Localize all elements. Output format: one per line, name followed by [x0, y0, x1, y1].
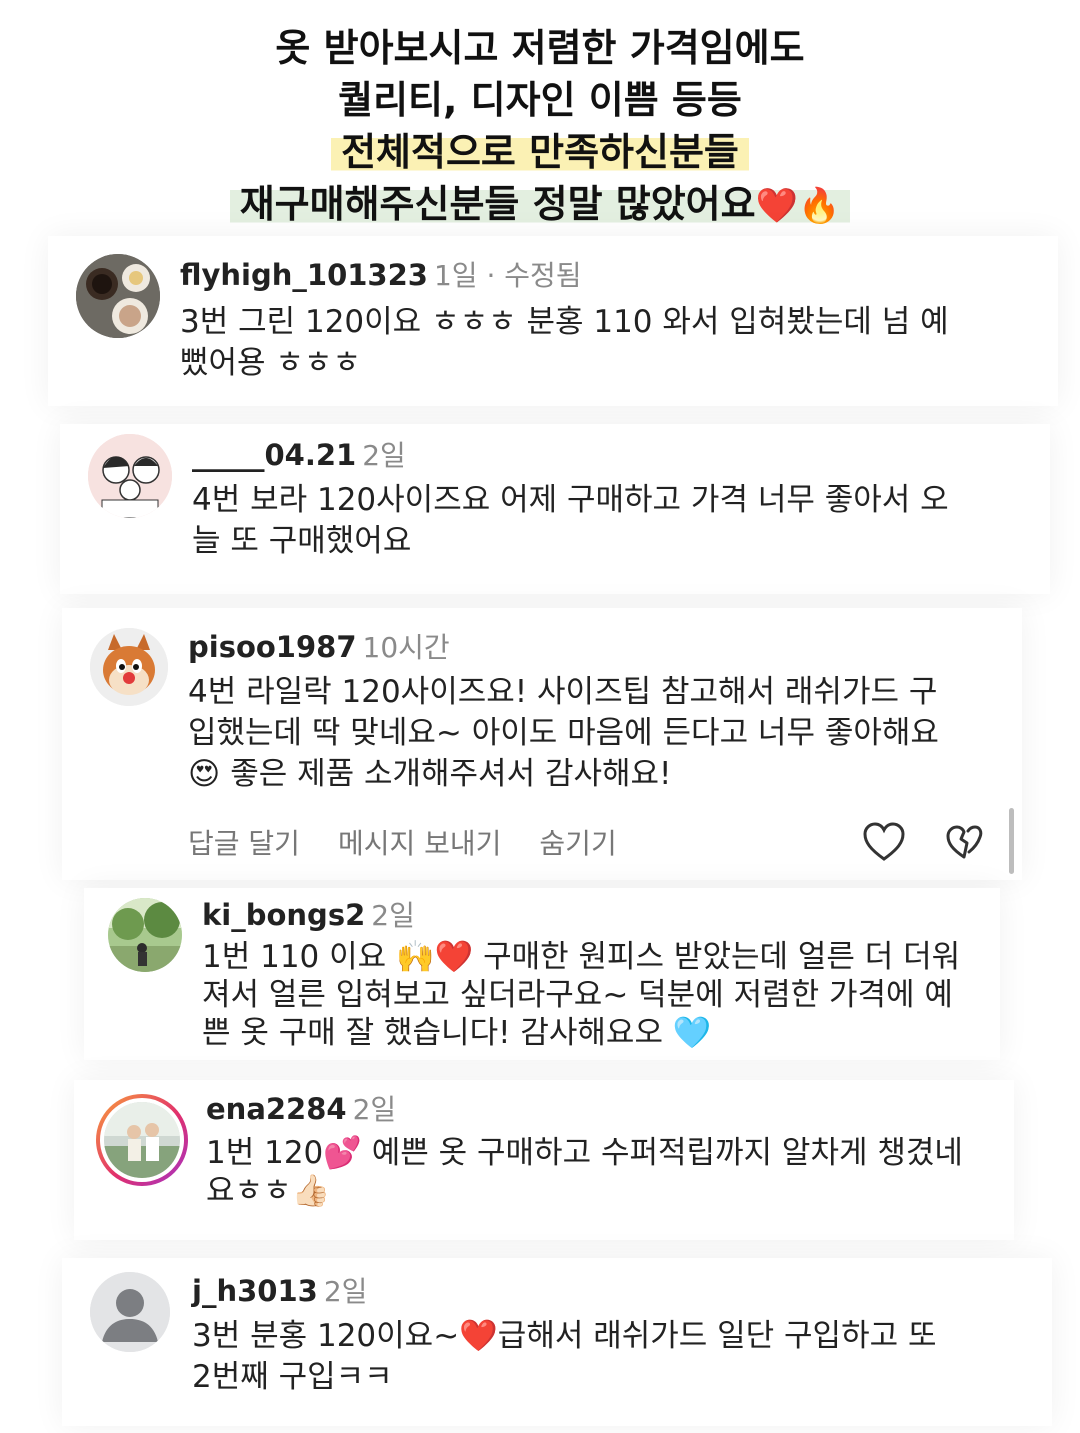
comment-text: 1번 120💕 예쁜 옷 구매하고 수퍼적립까지 알차게 챙겼네 요ㅎㅎ👍🏻	[206, 1135, 963, 1209]
comment-meta: 2일	[362, 439, 406, 472]
comment-meta: 2일	[371, 899, 415, 932]
raised-hands-heart-emoji: 🙌❤️	[396, 939, 474, 975]
avatar-coffee-image	[76, 254, 160, 338]
avatar[interactable]	[108, 898, 182, 972]
reply-button[interactable]: 답글 달기	[188, 827, 300, 860]
heart-icon[interactable]	[862, 822, 906, 866]
comment-meta: 1일 · 수정됨	[433, 259, 582, 292]
comment-username[interactable]: j_h3013 2일	[192, 1270, 367, 1310]
heart-fire-emoji: ❤️🔥	[755, 186, 841, 226]
hide-button[interactable]: 숨기기	[539, 827, 616, 860]
comment-text: 1번 110 이요 🙌❤️ 구매한 원피스 받았는데 얼른 더 더워 져서 얼른…	[202, 939, 961, 1051]
headline-line-4: 재구매해주신분들 정말 많았어요	[239, 182, 756, 226]
dislike-icon[interactable]	[944, 824, 984, 868]
send-message-button[interactable]: 메시지 보내기	[338, 827, 501, 860]
avatar[interactable]	[76, 254, 160, 338]
comment-username[interactable]: ena2284 2일	[206, 1088, 396, 1128]
avatar-park-photo	[108, 898, 182, 972]
comment-text: 4번 라일락 120사이즈요! 사이즈팁 참고해서 래쉬가드 구 입했는데 딱 …	[188, 674, 939, 792]
comment-text: 3번 그린 120이요 ㅎㅎㅎ 분홍 110 와서 입혀봤는데 넘 예 뻤어용 …	[180, 304, 949, 381]
avatar[interactable]	[88, 434, 172, 518]
headline-line-3: 전체적으로 만족하신분들	[331, 130, 749, 174]
thumbs-up-emoji: 👍🏻	[291, 1173, 331, 1209]
two-hearts-emoji: 💕	[323, 1135, 362, 1171]
red-heart-emoji: ❤️	[459, 1318, 498, 1354]
avatar-chipmunk-image	[90, 628, 168, 706]
comment-meta: 2일	[352, 1093, 397, 1126]
comment-username[interactable]: ki_bongs2 2일	[202, 894, 415, 934]
default-profile-icon[interactable]	[90, 1272, 170, 1352]
comment-text: 3번 분홍 120이요~❤️급해서 래쉬가드 일단 구입하고 또 2번째 구입ㅋ…	[192, 1318, 937, 1395]
comment-username[interactable]: pisoo1987 10시간	[188, 626, 450, 666]
scrollbar[interactable]	[1009, 808, 1014, 874]
comment-meta: 10시간	[362, 631, 450, 664]
heart-eyes-emoji: 😍	[188, 756, 221, 792]
avatar-family-photo	[104, 1102, 180, 1178]
avatar-family-drawing	[88, 434, 172, 518]
light-blue-heart-emoji: 🩵	[672, 1015, 712, 1051]
comment-meta: 2일	[323, 1275, 368, 1308]
avatar-story-ring[interactable]	[96, 1094, 188, 1186]
avatar[interactable]	[90, 628, 168, 706]
headline-line-1: 옷 받아보시고 저렴한 가격임에도	[275, 26, 805, 70]
comment-actions: 답글 달기 메시지 보내기 숨기기	[188, 822, 655, 862]
comment-username[interactable]: _____04.21 2일	[192, 434, 406, 474]
headline-line-2: 퀄리티, 디자인 이쁨 등등	[338, 78, 742, 122]
headline: 옷 받아보시고 저렴한 가격임에도 퀄리티, 디자인 이쁨 등등 전체적으로 만…	[0, 22, 1080, 232]
comment-text: 4번 보라 120사이즈요 어제 구매하고 가격 너무 좋아서 오 늘 또 구매…	[192, 482, 949, 559]
comment-username[interactable]: flyhigh_101323 1일 · 수정됨	[180, 254, 582, 294]
